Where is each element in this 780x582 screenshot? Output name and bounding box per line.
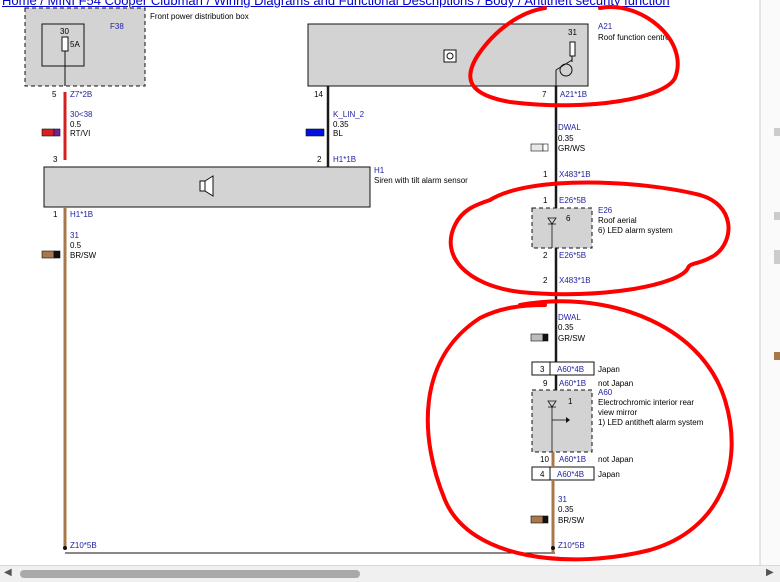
wire4-size: 0.35 [558,134,574,143]
x483-pin-b: 2 [543,276,548,285]
e26-inner-label: 6 [566,214,571,223]
a60-bottom-box-pin: 4 [540,470,545,479]
wire2-signal: K_LIN_2 [333,110,365,119]
e26-note: 6) LED alarm system [598,226,673,235]
a60-bottom-box-conn: A60*4B [557,470,584,479]
wire6-color: GR/SW [558,334,586,343]
wire3-pin: 1 [53,210,58,219]
f38-name: F38 [110,22,124,31]
a60-bottom-conn: A60*1B [559,455,586,464]
wire4-signal: DWAL [558,123,581,132]
e26-desc: Roof aerial [598,216,637,225]
ground-left-label: Z10*5B [70,541,97,550]
wire7-color: BR/SW [558,516,585,525]
wire4-color-swatch-b [542,143,549,152]
h1-name: H1 [374,166,385,175]
wire3-size: 0.5 [70,241,82,250]
wire7-signal: 31 [558,495,567,504]
wire4-conn: A21*1B [560,90,587,99]
wire7-color-swatch-b [542,515,549,524]
wire1-signal: 30<38 [70,110,93,119]
f38-pin-label: 30 [60,27,69,36]
wire4-pin: 7 [542,90,547,99]
e26-conn-top: E26*5B [559,196,586,205]
ground-right-label: Z10*5B [558,541,585,550]
a60-top-conn: A60*1B [559,379,586,388]
wire1-top-conn: Z7*2B [70,90,92,99]
scroll-right-icon[interactable]: ▶ [766,567,774,578]
side-marker [774,128,780,136]
a21-resistor-icon [569,41,576,57]
a60-bottom-note: not Japan [598,455,633,464]
a60-desc-1: Electrochromic interior rear [598,398,694,407]
wire6-size: 0.35 [558,323,574,332]
h1-desc: Siren with tilt alarm sensor [374,176,468,185]
wire3-color-swatch [41,250,55,259]
wire2-top-pin: 14 [314,90,323,99]
wire1-size: 0.5 [70,120,82,129]
scroll-thumb[interactable] [20,570,360,578]
x483-pin-a: 1 [543,170,548,179]
wire3-color: BR/SW [70,251,97,260]
wire3-conn: H1*1B [70,210,93,219]
e26-conn-bottom: E26*5B [559,251,586,260]
f38-desc: Front power distribution box [150,12,249,21]
scroll-left-icon[interactable]: ◀ [4,567,12,578]
ground-junction [551,546,555,550]
a60-top-note: not Japan [598,379,633,388]
wire3-signal: 31 [70,231,79,240]
wire1-color-swatch [41,128,55,137]
a60-desc-2: view mirror [598,408,637,417]
wire7-color-swatch [530,515,544,524]
wire1-top-pin: 5 [52,90,57,99]
horizontal-scrollbar[interactable]: ◀ ▶ [0,565,780,582]
a21-name: A21 [598,22,613,31]
a60-name: A60 [598,388,613,397]
a60-top-box-pin: 3 [540,365,545,374]
wire1-bottom-pin: 3 [53,155,58,164]
ground-junction [63,546,67,550]
e26-pin-bottom: 2 [543,251,548,260]
a21-desc: Roof function centre [598,33,670,42]
e26-name: E26 [598,206,613,215]
x483-conn-b: X483*1B [559,276,591,285]
wire6-signal: DWAL [558,313,581,322]
wire6-color-swatch [530,333,544,342]
a60-bottom-box-note: Japan [598,470,620,479]
wire4-color-swatch [530,143,544,152]
side-marker [774,250,780,264]
wire6-color-swatch-b [542,333,549,342]
wire7-size: 0.35 [558,505,574,514]
side-marker [774,212,780,220]
a60-top-box-note: Japan [598,365,620,374]
x483-conn-a: X483*1B [559,170,591,179]
a21-module-icon [443,49,457,63]
f38-component[interactable] [24,7,146,87]
a60-inner-label: 1 [568,397,573,406]
a60-note: 1) LED antitheft alarm system [598,418,704,427]
wire1-color: RT/VI [70,129,90,138]
e26-pin-top: 1 [543,196,548,205]
wiring-diagram: 30 5A F38 Front power distribution box 3… [24,0,780,565]
f38-fuse-label: 5A [70,40,80,49]
wire3-color-swatch-b [53,250,61,259]
wire2-bottom-conn: H1*1B [333,155,356,164]
wire2-size: 0.35 [333,120,349,129]
wire4-color: GR/WS [558,144,585,153]
wire2-color: BL [333,129,343,138]
fuse-icon [61,36,69,52]
wire1-color-swatch-b [53,128,61,137]
e26-component[interactable] [531,207,593,249]
a60-top-pin: 9 [543,379,548,388]
a60-component[interactable] [531,389,593,453]
a60-bottom-pin: 10 [540,455,549,464]
a60-top-box-conn: A60*4B [557,365,584,374]
wire2-bottom-pin: 2 [317,155,322,164]
wire2-color-swatch [305,128,325,137]
side-marker [774,352,780,360]
speaker-icon [199,180,206,192]
a21-pin-label: 31 [568,28,577,37]
page-frame-right [760,0,780,565]
